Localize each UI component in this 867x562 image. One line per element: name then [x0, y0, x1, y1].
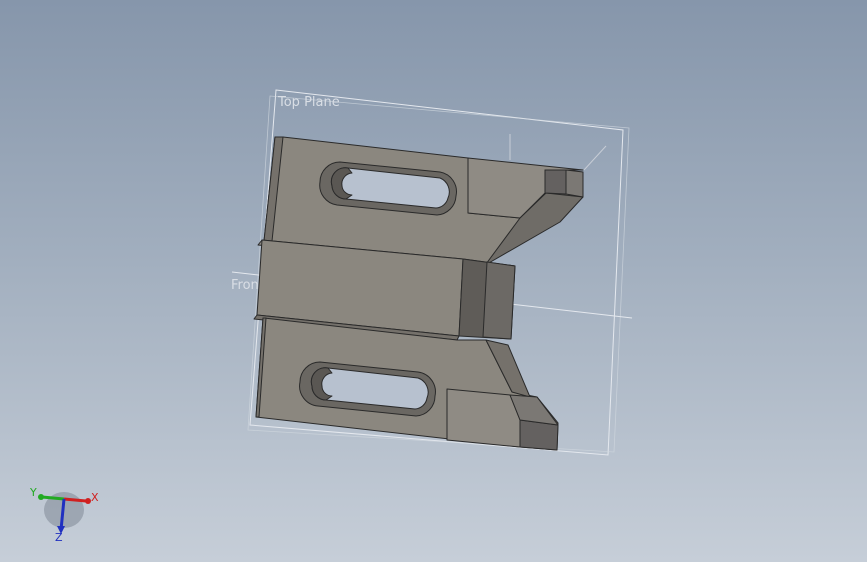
top-plane-label[interactable]: Top Plane	[277, 95, 340, 110]
upper-end-cap-side	[565, 169, 584, 198]
lower-step-block[interactable]	[446, 388, 521, 448]
triad-y-axis	[41, 495, 65, 501]
front-plane-label[interactable]: Fron	[231, 278, 259, 293]
triad-x-label: X	[91, 491, 99, 504]
graphics-viewport[interactable]: Top Plane Fron X Y Z	[0, 0, 867, 562]
upper-end-cap[interactable]	[544, 169, 567, 195]
triad-y-tip	[38, 494, 44, 500]
part-body[interactable]	[253, 136, 584, 451]
sketch-mark-diagonal	[583, 145, 607, 171]
model-scene[interactable]: Top Plane Fron X Y Z	[0, 0, 867, 562]
boss-right-face-shade	[482, 261, 516, 340]
triad-z-label: Z	[55, 531, 63, 544]
view-triad[interactable]: X Y Z	[29, 486, 99, 544]
triad-x-axis	[63, 497, 87, 503]
triad-y-label: Y	[29, 486, 37, 499]
